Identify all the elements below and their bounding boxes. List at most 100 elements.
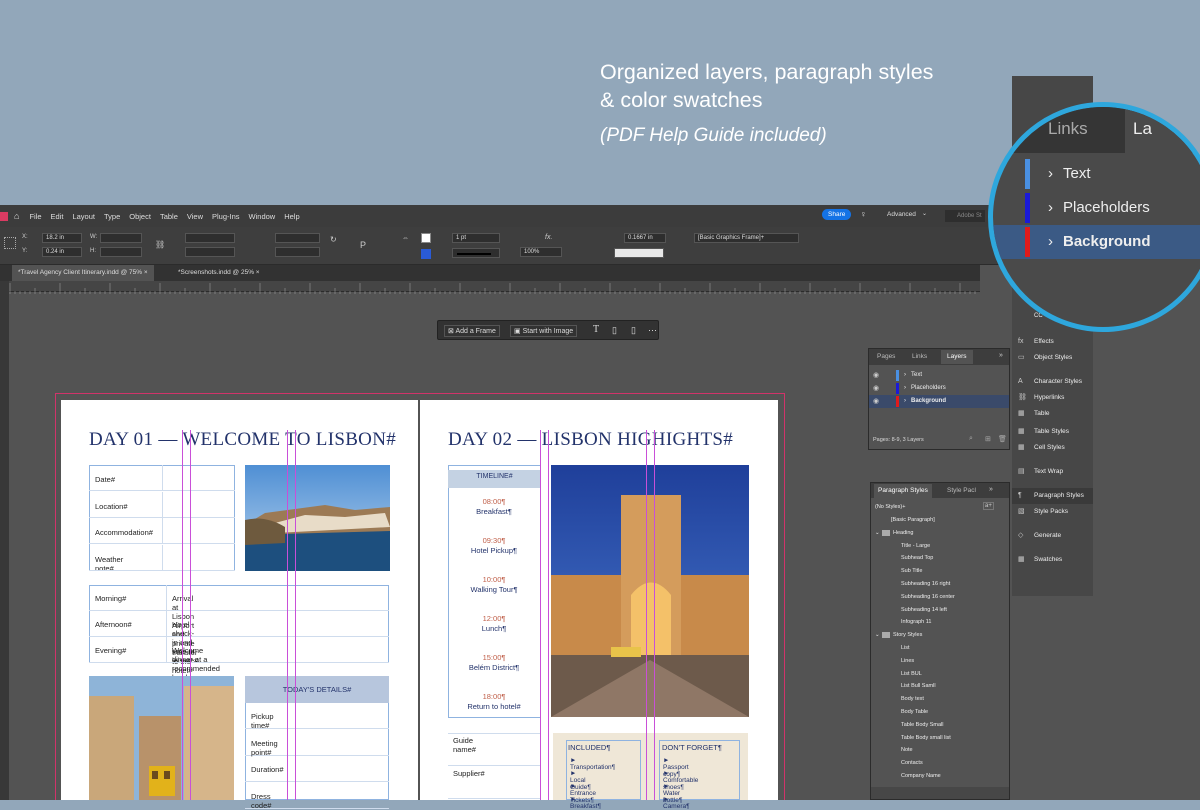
panel-text-wrap[interactable]: ▤ Text Wrap	[1012, 464, 1093, 480]
place-icon[interactable]: ▯	[631, 325, 636, 336]
schedule-row[interactable]	[89, 637, 389, 663]
tab-layers[interactable]: Layers	[941, 350, 973, 364]
menu-edit[interactable]: Edit	[51, 212, 64, 221]
panel-generate[interactable]: ◇ Generate	[1012, 528, 1093, 544]
chevron-down-icon[interactable]: ⌄	[875, 632, 880, 638]
eye-icon[interactable]: ◉	[873, 382, 879, 395]
layer-row-background[interactable]: ◉ › Background	[869, 395, 1009, 408]
paragraph-style-item[interactable]: Title - Large	[901, 543, 930, 549]
paragraph-style-item[interactable]: Contacts	[901, 760, 923, 766]
lisbon-coast-photo[interactable]	[245, 465, 390, 571]
style-group[interactable]: Heading	[893, 530, 914, 536]
paragraph-style-item[interactable]: Infograph 11	[901, 619, 931, 625]
menu-type[interactable]: Type	[104, 212, 120, 221]
page-icon[interactable]: ▯	[612, 325, 617, 336]
schedule-row[interactable]	[89, 611, 389, 637]
shear-field[interactable]	[275, 247, 320, 257]
search-icon[interactable]: ⌕	[969, 435, 973, 443]
doc-tab-screenshots[interactable]: *Screenshots.indd @ 25% ×	[172, 265, 266, 281]
menu-plugins[interactable]: Plug-Ins	[212, 212, 240, 221]
color-select[interactable]	[614, 248, 664, 258]
h-field[interactable]	[100, 247, 142, 257]
fx-icon[interactable]: fx.	[545, 234, 552, 241]
more-icon[interactable]: ⋯	[648, 325, 657, 336]
menu-file[interactable]: File	[29, 212, 41, 221]
rotate-field[interactable]	[275, 233, 320, 243]
layer-row-text[interactable]: ◉ › Text	[869, 369, 1009, 382]
new-style-icon[interactable]: a+	[983, 502, 994, 510]
share-button[interactable]: Share	[822, 209, 852, 220]
paragraph-style-item[interactable]: Subheading 16 right	[901, 581, 950, 587]
day-01-title[interactable]: DAY 01 — WELCOME TO LISBON#	[89, 429, 396, 451]
paragraph-style-item[interactable]: Body Table	[901, 709, 928, 715]
search-field[interactable]: Adobe St	[945, 210, 985, 222]
constrain-link-icon[interactable]: ⛓	[155, 240, 165, 249]
lightbulb-icon[interactable]: ♀	[860, 209, 867, 219]
eye-icon[interactable]: ◉	[873, 369, 879, 382]
object-style-select[interactable]: [Basic Graphics Frame]+	[694, 233, 799, 243]
panel-menu-icon[interactable]: »	[989, 486, 993, 493]
paragraph-style-item[interactable]: [Basic Paragraph]	[891, 517, 935, 523]
panel-cell-styles[interactable]: ▦ Cell Styles	[1012, 440, 1093, 456]
workspace-switcher[interactable]: Advanced	[887, 211, 916, 218]
chevron-right-icon[interactable]: ›	[904, 382, 906, 395]
menu-table[interactable]: Table	[160, 212, 178, 221]
opacity-field[interactable]: 100%	[520, 247, 562, 257]
new-layer-icon[interactable]: ⊞	[985, 435, 991, 443]
close-icon[interactable]: ×	[144, 269, 148, 276]
x-field[interactable]: 18.2 in	[42, 233, 82, 243]
paragraph-style-item[interactable]: Note	[901, 747, 913, 753]
paragraph-style-item[interactable]: Subhead Top	[901, 555, 933, 561]
paragraph-style-item[interactable]: Sub Title	[901, 568, 922, 574]
stroke-weight-field[interactable]: 1 pt	[452, 233, 500, 243]
scale-x-field[interactable]	[185, 233, 235, 243]
panel-menu-icon[interactable]: »	[999, 352, 1003, 359]
panel-style-packs[interactable]: ▧ Style Packs	[1012, 504, 1093, 520]
scale-y-field[interactable]	[185, 247, 235, 257]
corner-field[interactable]: 0.1667 in	[624, 233, 666, 243]
arch-photo[interactable]	[551, 465, 749, 717]
paragraph-style-item[interactable]: Lines	[901, 658, 914, 664]
tab-pages[interactable]: Pages	[877, 350, 895, 364]
panel-paragraph-styles[interactable]: ¶ Paragraph Styles	[1012, 488, 1093, 504]
reference-point-icon[interactable]	[4, 237, 16, 249]
select-container-icon[interactable]: ⇔	[402, 235, 409, 242]
home-icon[interactable]: ⌂	[14, 211, 19, 221]
flip-icon[interactable]: P	[360, 240, 366, 250]
paragraph-style-item[interactable]: Company Name	[901, 773, 941, 779]
trash-icon[interactable]: 🗑	[998, 435, 1007, 443]
menu-object[interactable]: Object	[129, 212, 151, 221]
fill-swatch-icon[interactable]	[421, 233, 431, 243]
style-group[interactable]: Story Styles	[893, 632, 922, 638]
eye-icon[interactable]: ◉	[873, 395, 879, 408]
panel-table-styles[interactable]: ▦ Table Styles	[1012, 424, 1093, 440]
tab-style-packs[interactable]: Style Pacl	[947, 484, 976, 498]
layer-row-placeholders[interactable]: ◉ › Placeholders	[869, 382, 1009, 395]
chevron-down-icon[interactable]: ⌄	[875, 530, 880, 536]
lisbon-street-photo[interactable]	[89, 676, 234, 800]
paragraph-style-item[interactable]: List BUL	[901, 671, 922, 677]
menu-help[interactable]: Help	[284, 212, 299, 221]
doc-tab-itinerary[interactable]: *Travel Agency Client Itinerary.indd @ 7…	[12, 265, 154, 281]
close-icon[interactable]: ×	[256, 269, 260, 276]
schedule-row[interactable]	[89, 585, 389, 611]
menu-layout[interactable]: Layout	[72, 212, 95, 221]
start-image-button[interactable]: ▣ Start with Image	[510, 325, 578, 337]
day-02-title[interactable]: DAY 02 — LISBON HIGHIGHTS#	[448, 429, 733, 451]
panel-character-styles[interactable]: A Character Styles	[1012, 374, 1093, 390]
paragraph-style-item[interactable]: List	[901, 645, 910, 651]
y-field[interactable]: 0.24 in	[42, 247, 82, 257]
chevron-right-icon[interactable]: ›	[904, 369, 906, 382]
panel-swatches[interactable]: ▦ Swatches	[1012, 552, 1093, 568]
panel-object-styles[interactable]: ▭ Object Styles	[1012, 350, 1093, 366]
paragraph-style-item[interactable]: Table Body Small	[901, 722, 944, 728]
paragraph-style-item[interactable]: Subheading 14 left	[901, 607, 947, 613]
w-field[interactable]	[100, 233, 142, 243]
rotate-icon[interactable]: ↻	[330, 235, 337, 244]
add-frame-button[interactable]: ⊠ Add a Frame	[444, 325, 500, 337]
paragraph-style-item[interactable]: Table Body small list	[901, 735, 951, 741]
tab-links[interactable]: Links	[912, 350, 927, 364]
paragraph-style-item[interactable]: Subheading 16 center	[901, 594, 955, 600]
panel-hyperlinks[interactable]: ⛓ Hyperlinks	[1012, 390, 1093, 406]
stroke-swatch-icon[interactable]	[421, 249, 431, 259]
